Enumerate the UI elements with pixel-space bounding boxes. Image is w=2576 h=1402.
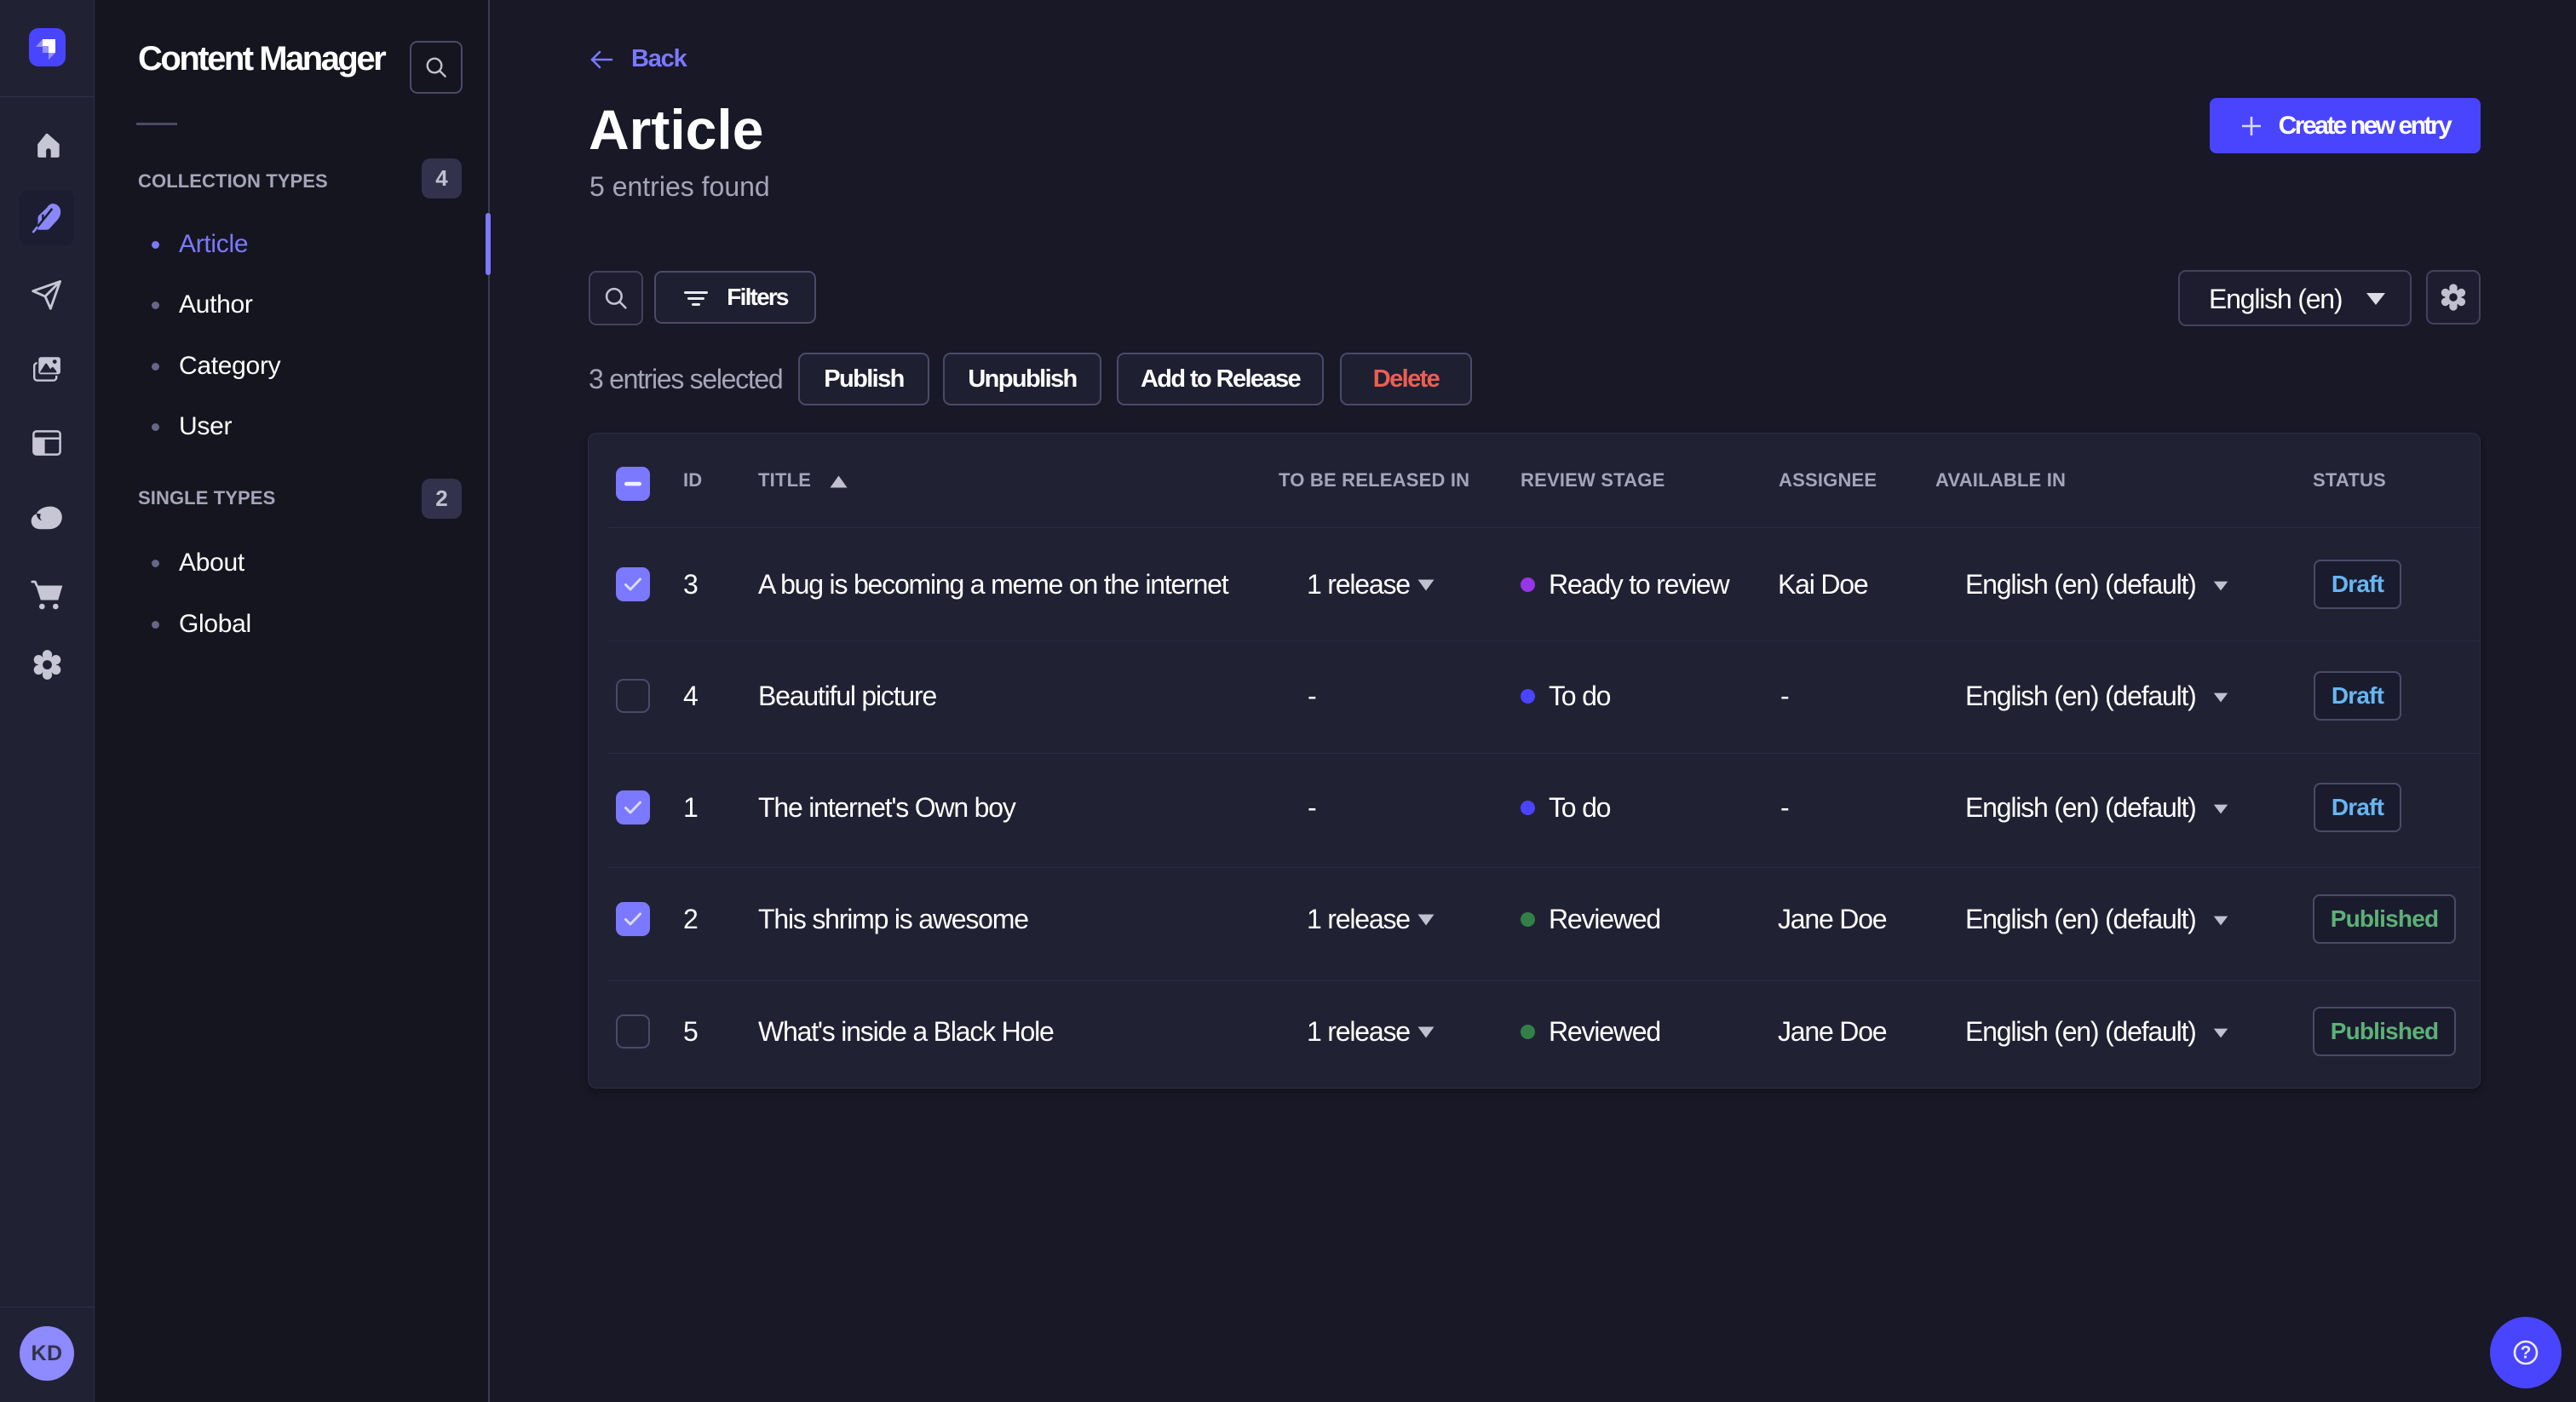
svg-text:?: ? <box>2521 1343 2532 1363</box>
